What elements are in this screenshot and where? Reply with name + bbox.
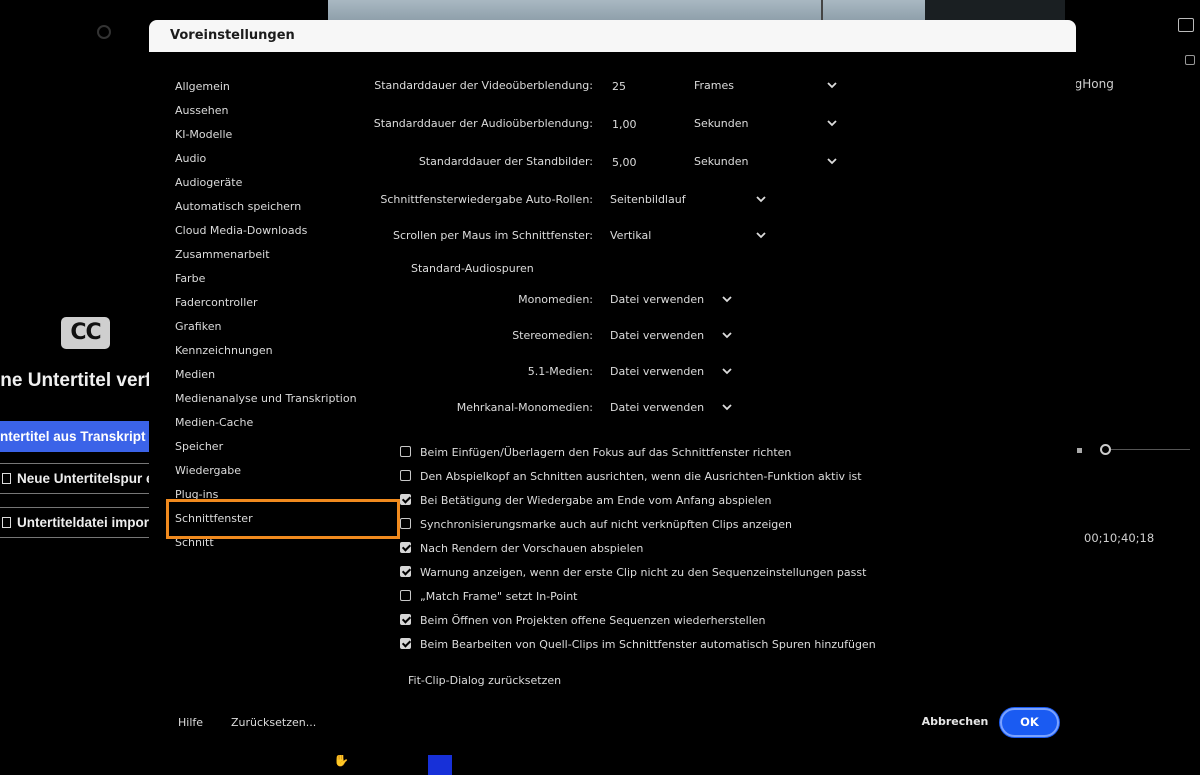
sidebar-item-audio[interactable]: Audio — [175, 152, 206, 165]
background-video-frame — [328, 0, 928, 20]
mouse-scroll-label: Scrollen per Maus im Schnittfenster: — [393, 229, 593, 242]
chevron-down-icon[interactable] — [826, 118, 838, 128]
sidebar-item-medienanalyse[interactable]: Medienanalyse und Transkription — [175, 392, 357, 405]
sidebar-item-kennzeichnungen[interactable]: Kennzeichnungen — [175, 344, 273, 357]
background-pole — [816, 0, 828, 20]
mono-media-select[interactable]: Datei verwenden — [610, 293, 704, 306]
chevron-down-icon[interactable] — [721, 402, 733, 412]
video-transition-unit-select[interactable]: Frames — [694, 79, 734, 92]
dialog-title: Voreinstellungen — [170, 28, 295, 43]
sidebar-item-audiogeraete[interactable]: Audiogeräte — [175, 176, 242, 189]
checkbox-match-frame-in-point[interactable] — [400, 590, 411, 601]
captions-empty-title: ine Untertitel verfü — [0, 370, 163, 391]
reset-all-button[interactable]: Zurücksetzen... — [231, 716, 316, 729]
still-duration-unit-select[interactable]: Sekunden — [694, 155, 748, 168]
checkbox-auto-add-tracks[interactable] — [400, 638, 411, 649]
audio-transition-unit-select[interactable]: Sekunden — [694, 117, 748, 130]
auto-scroll-select[interactable]: Seitenbildlauf — [610, 193, 686, 206]
chevron-down-icon[interactable] — [721, 294, 733, 304]
chevron-down-icon[interactable] — [755, 194, 767, 204]
sidebar-item-automatisch-speichern[interactable]: Automatisch speichern — [175, 200, 301, 213]
help-button[interactable]: Hilfe — [178, 716, 203, 729]
ok-button[interactable]: OK — [1000, 708, 1059, 737]
timecode-display: 00;10;40;18 — [1084, 531, 1155, 545]
checkbox-label: Bei Betätigung der Wiedergabe am Ende vo… — [420, 494, 772, 507]
selected-sidebar-highlight — [166, 499, 400, 539]
checkbox-label: Den Abspielkopf an Schnitten ausrichten,… — [420, 470, 862, 483]
create-captions-from-transcript-button[interactable]: ntertitel aus Transkript ers — [0, 421, 150, 452]
multichannel-media-select[interactable]: Datei verwenden — [610, 401, 704, 414]
video-transition-input[interactable]: 25 — [612, 80, 626, 93]
caption-track-icon — [2, 473, 11, 484]
background-monitor-icon[interactable] — [1178, 18, 1194, 32]
checkbox-restore-sequences[interactable] — [400, 614, 411, 625]
zoom-slider-handle[interactable] — [1100, 444, 1111, 455]
new-caption-track-button[interactable]: Neue Untertitelspur ers — [0, 463, 150, 494]
audio-tracks-heading: Standard-Audiospuren — [411, 262, 534, 275]
chevron-down-icon[interactable] — [826, 156, 838, 166]
mouse-scroll-select[interactable]: Vertikal — [610, 229, 651, 242]
import-caption-file-label: Untertiteldatei importi — [17, 515, 150, 530]
sidebar-item-medien[interactable]: Medien — [175, 368, 215, 381]
still-duration-input[interactable]: 5,00 — [612, 156, 637, 169]
stereo-media-label: Stereomedien: — [512, 329, 593, 342]
chevron-down-icon[interactable] — [826, 80, 838, 90]
sidebar-item-aussehen[interactable]: Aussehen — [175, 104, 228, 117]
sidebar-item-speicher[interactable]: Speicher — [175, 440, 223, 453]
sidebar-item-wiedergabe[interactable]: Wiedergabe — [175, 464, 241, 477]
auto-scroll-label: Schnittfensterwiedergabe Auto-Rollen: — [380, 193, 593, 206]
five-one-media-select[interactable]: Datei verwenden — [610, 365, 704, 378]
dialog-titlebar: Voreinstellungen — [149, 20, 1076, 52]
sidebar-item-farbe[interactable]: Farbe — [175, 272, 205, 285]
cancel-button[interactable]: Abbrechen — [915, 710, 995, 734]
checkbox-snap-playhead[interactable] — [400, 470, 411, 481]
closed-captions-icon: CC — [61, 317, 110, 349]
checkbox-play-from-start[interactable] — [400, 494, 411, 505]
background-square-icon[interactable] — [1185, 55, 1195, 65]
checkbox-label: Beim Einfügen/Überlagern den Fokus auf d… — [420, 446, 792, 459]
background-blue-button[interactable] — [428, 755, 452, 775]
still-duration-label: Standarddauer der Standbilder: — [418, 155, 593, 168]
reset-fit-clip-dialog-button[interactable]: Fit-Clip-Dialog zurücksetzen — [408, 674, 561, 687]
sidebar-item-ki-modelle[interactable]: KI-Modelle — [175, 128, 232, 141]
sidebar-item-grafiken[interactable]: Grafiken — [175, 320, 221, 333]
checkbox-label: „Match Frame" setzt In-Point — [420, 590, 578, 603]
background-video-frame-dark — [925, 0, 1065, 20]
hand-tool-icon[interactable]: ✋ — [333, 753, 349, 768]
checkbox-focus-timeline[interactable] — [400, 446, 411, 457]
preferences-dialog: Voreinstellungen Allgemein Aussehen KI-M… — [149, 20, 1076, 755]
checkbox-label: Nach Rendern der Vorschauen abspielen — [420, 542, 644, 555]
sidebar-item-allgemein[interactable]: Allgemein — [175, 80, 230, 93]
checkbox-label: Warnung anzeigen, wenn der erste Clip ni… — [420, 566, 867, 579]
create-captions-label: ntertitel aus Transkript ers — [0, 429, 150, 444]
checkbox-play-after-render[interactable] — [400, 542, 411, 553]
new-caption-track-label: Neue Untertitelspur ers — [17, 471, 149, 486]
sidebar-item-medien-cache[interactable]: Medien-Cache — [175, 416, 253, 429]
chevron-down-icon[interactable] — [755, 230, 767, 240]
sidebar-item-cloud-media-downloads[interactable]: Cloud Media-Downloads — [175, 224, 307, 237]
zoom-small-icon — [1077, 448, 1082, 453]
checkbox-mismatch-warning[interactable] — [400, 566, 411, 577]
five-one-media-label: 5.1-Medien: — [527, 365, 593, 378]
import-icon — [2, 517, 11, 528]
sidebar-item-zusammenarbeit[interactable]: Zusammenarbeit — [175, 248, 270, 261]
chevron-down-icon[interactable] — [721, 330, 733, 340]
checkbox-sync-marks[interactable] — [400, 518, 411, 529]
mono-media-label: Monomedien: — [518, 293, 593, 306]
sidebar-item-fadercontroller[interactable]: Fadercontroller — [175, 296, 258, 309]
checkbox-label: Synchronisierungsmarke auch auf nicht ve… — [420, 518, 793, 531]
chevron-down-icon[interactable] — [721, 366, 733, 376]
video-transition-label: Standarddauer der Videoüberblendung: — [374, 79, 593, 92]
checkbox-label: Beim Bearbeiten von Quell-Clips im Schni… — [420, 638, 876, 651]
audio-transition-input[interactable]: 1,00 — [612, 118, 637, 131]
checkbox-label: Beim Öffnen von Projekten offene Sequenz… — [420, 614, 766, 627]
multichannel-media-label: Mehrkanal-Monomedien: — [456, 401, 593, 414]
background-circle-icon — [97, 25, 111, 39]
stereo-media-select[interactable]: Datei verwenden — [610, 329, 704, 342]
import-caption-file-button[interactable]: Untertiteldatei importi — [0, 507, 150, 538]
audio-transition-label: Standarddauer der Audioüberblendung: — [373, 117, 593, 130]
zoom-slider-track[interactable] — [1110, 449, 1190, 450]
